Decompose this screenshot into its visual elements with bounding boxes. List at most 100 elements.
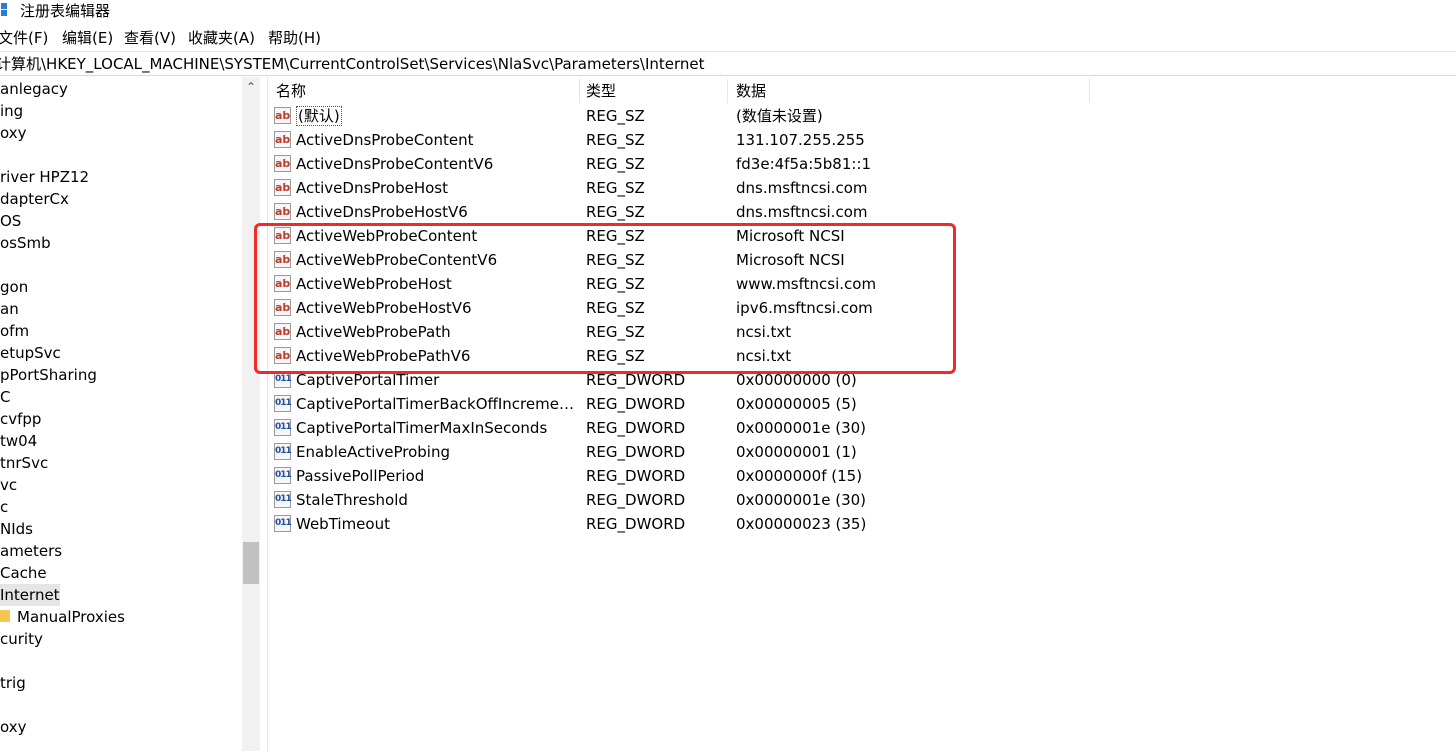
address-bar[interactable]: 计算机\HKEY_LOCAL_MACHINE\SYSTEM\CurrentCon… — [0, 51, 1456, 76]
value-row[interactable]: 011 StaleThreshold REG_DWORD 0x0000001e … — [268, 488, 1456, 512]
value-type: REG_DWORD — [586, 371, 686, 389]
value-row[interactable]: ab ActiveWebProbeContent REG_SZ Microsof… — [268, 224, 1456, 248]
value-row[interactable]: 011 CaptivePortalTimerBackOffIncrement..… — [268, 392, 1456, 416]
value-row[interactable]: ab (默认) REG_SZ (数值未设置) — [268, 104, 1456, 128]
value-name: CaptivePortalTimerMaxInSeconds — [296, 419, 548, 437]
value-type: REG_DWORD — [586, 515, 686, 533]
value-type: REG_DWORD — [586, 467, 686, 485]
tree-item[interactable]: dapterCx — [0, 188, 69, 210]
value-row[interactable]: ab ActiveDnsProbeHostV6 REG_SZ dns.msftn… — [268, 200, 1456, 224]
value-type: REG_SZ — [586, 299, 645, 317]
dword-value-icon: 011 — [274, 467, 292, 484]
value-name: WebTimeout — [296, 515, 390, 533]
value-name: ActiveWebProbeHostV6 — [296, 299, 472, 317]
tree-item[interactable]: curity — [0, 628, 43, 650]
tree-item[interactable]: c — [0, 496, 8, 518]
tree-item[interactable]: river HPZ12 — [0, 166, 89, 188]
window-title: 注册表编辑器 — [20, 2, 111, 20]
string-value-icon: ab — [274, 347, 291, 364]
value-data: ncsi.txt — [736, 323, 792, 341]
value-row[interactable]: 011 CaptivePortalTimer REG_DWORD 0x00000… — [268, 368, 1456, 392]
tree-item[interactable]: ing — [0, 100, 23, 122]
value-row[interactable]: ab ActiveWebProbeContentV6 REG_SZ Micros… — [268, 248, 1456, 272]
tree-item[interactable]: C — [0, 386, 10, 408]
menu-view[interactable]: 查看(V) — [124, 28, 176, 48]
tree-item[interactable]: trig — [0, 672, 26, 694]
value-data: 0x0000001e (30) — [736, 491, 867, 509]
value-name: CaptivePortalTimerBackOffIncrement... — [296, 395, 580, 413]
menu-edit[interactable]: 编辑(E) — [62, 28, 113, 48]
tree-item[interactable]: oxy — [0, 716, 26, 738]
value-type: REG_SZ — [586, 227, 645, 245]
pane-splitter[interactable] — [260, 77, 268, 751]
string-value-icon: ab — [274, 107, 291, 124]
string-value-icon: ab — [274, 299, 291, 316]
tree-item-manual-proxies[interactable]: ManualProxies — [17, 606, 125, 628]
value-data: ipv6.msftncsi.com — [736, 299, 873, 317]
value-name: PassivePollPeriod — [296, 467, 425, 485]
value-type: REG_SZ — [586, 107, 645, 125]
value-row[interactable]: ab ActiveWebProbePath REG_SZ ncsi.txt — [268, 320, 1456, 344]
string-value-icon: ab — [274, 275, 291, 292]
tree-item[interactable]: tnrSvc — [0, 452, 48, 474]
value-type: REG_SZ — [586, 275, 645, 293]
value-name: ActiveDnsProbeHost — [296, 179, 448, 197]
tree-item[interactable]: NIds — [0, 518, 33, 540]
tree-item[interactable]: osSmb — [0, 232, 51, 254]
value-row[interactable]: ab ActiveWebProbeHostV6 REG_SZ ipv6.msft… — [268, 296, 1456, 320]
value-data: ncsi.txt — [736, 347, 792, 365]
address-path[interactable]: 计算机\HKEY_LOCAL_MACHINE\SYSTEM\CurrentCon… — [0, 54, 705, 74]
tree-item[interactable]: pPortSharing — [0, 364, 97, 386]
value-row[interactable]: ab ActiveWebProbePathV6 REG_SZ ncsi.txt — [268, 344, 1456, 368]
tree-item[interactable]: an — [0, 298, 19, 320]
tree-item[interactable]: vc — [0, 474, 17, 496]
tree-item[interactable]: anlegacy — [0, 78, 68, 100]
value-type: REG_SZ — [586, 179, 645, 197]
scrollbar-thumb[interactable] — [243, 542, 259, 584]
value-data: 0x0000000f (15) — [736, 467, 863, 485]
string-value-icon: ab — [274, 131, 291, 148]
tree-item[interactable]: ofm — [0, 320, 29, 342]
value-row[interactable]: ab ActiveWebProbeHost REG_SZ www.msftncs… — [268, 272, 1456, 296]
string-value-icon: ab — [274, 203, 291, 220]
column-header-name[interactable]: 名称 — [268, 79, 580, 103]
value-data: 0x00000023 (35) — [736, 515, 867, 533]
tree-item[interactable]: cvfpp — [0, 408, 41, 430]
scroll-up-arrow-icon[interactable]: ⌃ — [242, 79, 260, 95]
menu-file[interactable]: 文件(F) — [0, 28, 48, 48]
tree-item-internet-selected[interactable]: Internet — [0, 584, 60, 606]
value-row[interactable]: ab ActiveDnsProbeContent REG_SZ 131.107.… — [268, 128, 1456, 152]
value-data: 0x0000001e (30) — [736, 419, 867, 437]
value-type: REG_DWORD — [586, 443, 686, 461]
value-row[interactable]: ab ActiveDnsProbeHost REG_SZ dns.msftncs… — [268, 176, 1456, 200]
folder-icon — [0, 610, 10, 622]
tree-item[interactable]: oxy — [0, 122, 26, 144]
value-row[interactable]: 011 WebTimeout REG_DWORD 0x00000023 (35) — [268, 512, 1456, 536]
dword-value-icon: 011 — [274, 515, 292, 532]
menu-help[interactable]: 帮助(H) — [268, 28, 321, 48]
value-name: CaptivePortalTimer — [296, 371, 440, 389]
column-header-data[interactable]: 数据 — [728, 79, 1090, 103]
tree-item[interactable]: tw04 — [0, 430, 37, 452]
value-row[interactable]: 011 EnableActiveProbing REG_DWORD 0x0000… — [268, 440, 1456, 464]
value-data: Microsoft NCSI — [736, 251, 845, 269]
dword-value-icon: 011 — [274, 491, 292, 508]
tree-item[interactable]: Cache — [0, 562, 47, 584]
value-row[interactable]: 011 PassivePollPeriod REG_DWORD 0x000000… — [268, 464, 1456, 488]
value-data: 0x00000000 (0) — [736, 371, 857, 389]
value-data: dns.msftncsi.com — [736, 203, 868, 221]
tree-item[interactable]: ameters — [0, 540, 62, 562]
tree-item[interactable]: OS — [0, 210, 21, 232]
menu-favorites[interactable]: 收藏夹(A) — [188, 28, 255, 48]
value-row[interactable]: ab ActiveDnsProbeContentV6 REG_SZ fd3e:4… — [268, 152, 1456, 176]
tree-item[interactable]: etupSvc — [0, 342, 61, 364]
tree-item[interactable]: gon — [0, 276, 28, 298]
value-name: ActiveWebProbeContentV6 — [296, 251, 498, 269]
value-type: REG_SZ — [586, 131, 645, 149]
column-header-type[interactable]: 类型 — [578, 79, 728, 103]
value-row[interactable]: 011 CaptivePortalTimerMaxInSeconds REG_D… — [268, 416, 1456, 440]
dword-value-icon: 011 — [274, 371, 292, 388]
value-type: REG_DWORD — [586, 395, 686, 413]
value-name: ActiveWebProbeHost — [296, 275, 452, 293]
tree-scrollbar[interactable]: ⌃ — [242, 77, 260, 751]
